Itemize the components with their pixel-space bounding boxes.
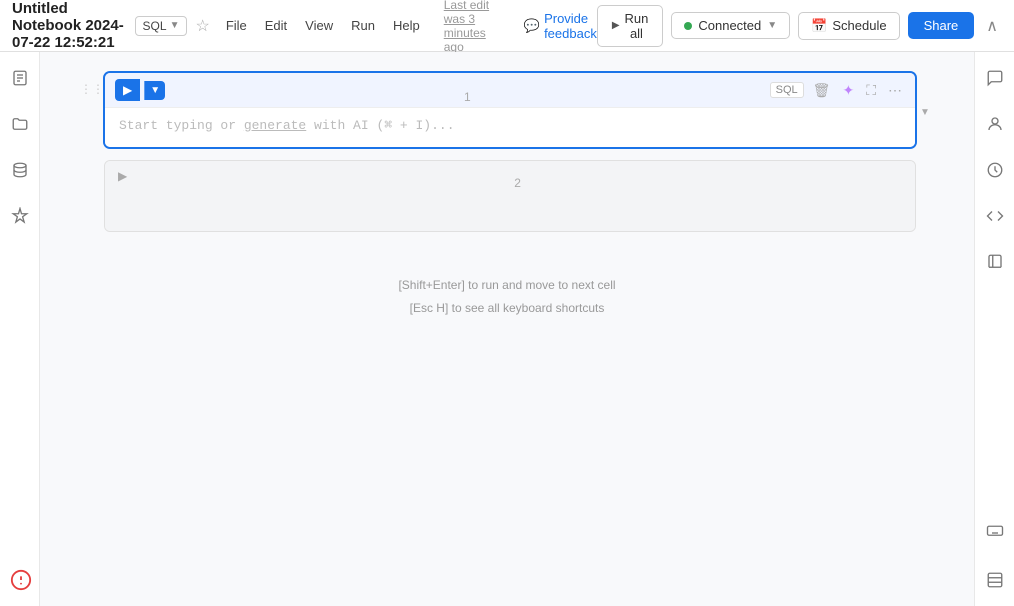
cell-2: ▶ 2 — [104, 160, 916, 232]
notification-icon[interactable] — [10, 569, 32, 594]
cell-1-number: 1 — [464, 90, 471, 104]
top-bar: Untitled Notebook 2024-07-22 12:52:21 SQ… — [0, 0, 1014, 52]
schedule-label: Schedule — [832, 18, 886, 33]
share-button[interactable]: Share — [908, 12, 975, 39]
feedback-bubble-icon: 💬 — [524, 18, 540, 34]
star-icon[interactable]: ☆ — [195, 16, 209, 36]
share-label: Share — [924, 18, 959, 33]
cell-1-toolbar-left: ▶ ▼ — [115, 79, 165, 101]
cell-1-toolbar-right: SQL 🗑 ✦ ⛶ ⋯ — [770, 80, 905, 101]
cell-1-collapse-button[interactable]: ▼ — [916, 102, 934, 120]
menu-edit[interactable]: Edit — [257, 14, 295, 37]
cell-2-collapse-button[interactable]: ▼ — [916, 190, 934, 208]
top-bar-left: Untitled Notebook 2024-07-22 12:52:21 SQ… — [12, 0, 597, 54]
menu-file[interactable]: File — [218, 14, 255, 37]
notebook-title: Untitled Notebook 2024-07-22 12:52:21 — [12, 0, 127, 51]
cell-hints: [Shift+Enter] to run and move to next ce… — [80, 274, 934, 320]
menu-help[interactable]: Help — [385, 14, 428, 37]
last-edit-info[interactable]: Last edit was 3 minutes ago — [444, 0, 506, 54]
run-all-label: Run all — [625, 11, 649, 41]
sidebar-icon-folder[interactable] — [6, 110, 34, 138]
sidebar-icon-code[interactable] — [981, 202, 1009, 230]
sidebar-icon-sparkle[interactable] — [6, 202, 34, 230]
feedback-label: Provide feedback — [544, 11, 597, 41]
menu-bar: File Edit View Run Help — [218, 14, 428, 37]
cell-1-delete-button[interactable]: 🗑 — [810, 80, 834, 101]
cell-drag-handle-1[interactable]: ⋮⋮ — [80, 72, 104, 96]
cell-1: ▶ ▼ 1 SQL 🗑 ✦ ⛶ ⋯ Start typing o — [104, 72, 916, 148]
sidebar-icon-keyboard[interactable] — [981, 516, 1009, 544]
right-sidebar — [974, 52, 1014, 606]
cell-2-toolbar-left: ▶ — [115, 167, 130, 185]
sidebar-icon-database[interactable] — [6, 156, 34, 184]
sidebar-icon-library[interactable] — [981, 248, 1009, 276]
cell-2-body[interactable] — [105, 191, 915, 231]
cell-drag-handle-2[interactable]: ⋮⋮ — [80, 160, 104, 184]
sidebar-icon-comment[interactable] — [981, 64, 1009, 92]
notebook-area: ⋮⋮ ▶ ▼ 1 SQL 🗑 ✦ ⛶ ⋯ — [40, 52, 974, 606]
sidebar-icon-user[interactable] — [981, 110, 1009, 138]
cell-2-number: 2 — [514, 176, 521, 190]
connected-label: Connected — [698, 18, 761, 33]
menu-run[interactable]: Run — [343, 14, 383, 37]
cell-1-placeholder: Start typing or generate with AI (⌘ + I)… — [119, 118, 455, 133]
sql-badge-button[interactable]: SQL ▼ — [135, 16, 188, 36]
cell-1-type-badge: SQL — [770, 82, 804, 98]
cell-1-run-dropdown-button[interactable]: ▼ — [144, 81, 165, 100]
main-layout: ⋮⋮ ▶ ▼ 1 SQL 🗑 ✦ ⛶ ⋯ — [0, 52, 1014, 606]
run-all-button[interactable]: ▶ Run all — [597, 5, 664, 47]
cell-container-1: ⋮⋮ ▶ ▼ 1 SQL 🗑 ✦ ⛶ ⋯ — [80, 72, 934, 148]
left-sidebar — [0, 52, 40, 606]
cell-2-run-button[interactable]: ▶ — [115, 167, 130, 185]
cell-container-2: ⋮⋮ ▶ 2 ▼ — [80, 160, 934, 232]
schedule-button[interactable]: 📅 Schedule — [798, 12, 899, 40]
hint-1: [Shift+Enter] to run and move to next ce… — [80, 274, 934, 297]
connected-chevron-icon: ▼ — [767, 20, 777, 31]
connected-dot-icon — [684, 22, 692, 30]
menu-view[interactable]: View — [297, 14, 341, 37]
cell-1-toolbar: ▶ ▼ 1 SQL 🗑 ✦ ⛶ ⋯ — [105, 73, 915, 108]
feedback-link[interactable]: 💬 Provide feedback — [524, 11, 597, 41]
play-icon: ▶ — [612, 20, 620, 31]
sidebar-icon-layout[interactable] — [981, 566, 1009, 594]
cell-2-toolbar: ▶ 2 — [105, 161, 915, 191]
cell-1-expand-button[interactable]: ⛶ — [863, 80, 879, 101]
sidebar-icon-history[interactable] — [981, 156, 1009, 184]
sql-badge-label: SQL — [143, 19, 167, 33]
collapse-button[interactable]: ∧ — [982, 12, 1002, 40]
sidebar-icon-notebook[interactable] — [6, 64, 34, 92]
connected-button[interactable]: Connected ▼ — [671, 12, 790, 39]
calendar-icon: 📅 — [811, 18, 827, 34]
cell-1-ai-button[interactable]: ✦ — [839, 80, 857, 101]
generate-link[interactable]: generate — [244, 118, 306, 133]
top-bar-right: ▶ Run all Connected ▼ 📅 Schedule Share ∧ — [597, 5, 1002, 47]
cell-1-more-button[interactable]: ⋯ — [885, 80, 905, 101]
cell-1-body[interactable]: Start typing or generate with AI (⌘ + I)… — [105, 108, 915, 147]
sql-badge-chevron-icon: ▼ — [170, 20, 180, 31]
hint-2: [Esc H] to see all keyboard shortcuts — [80, 297, 934, 320]
cell-1-run-button[interactable]: ▶ — [115, 79, 140, 101]
